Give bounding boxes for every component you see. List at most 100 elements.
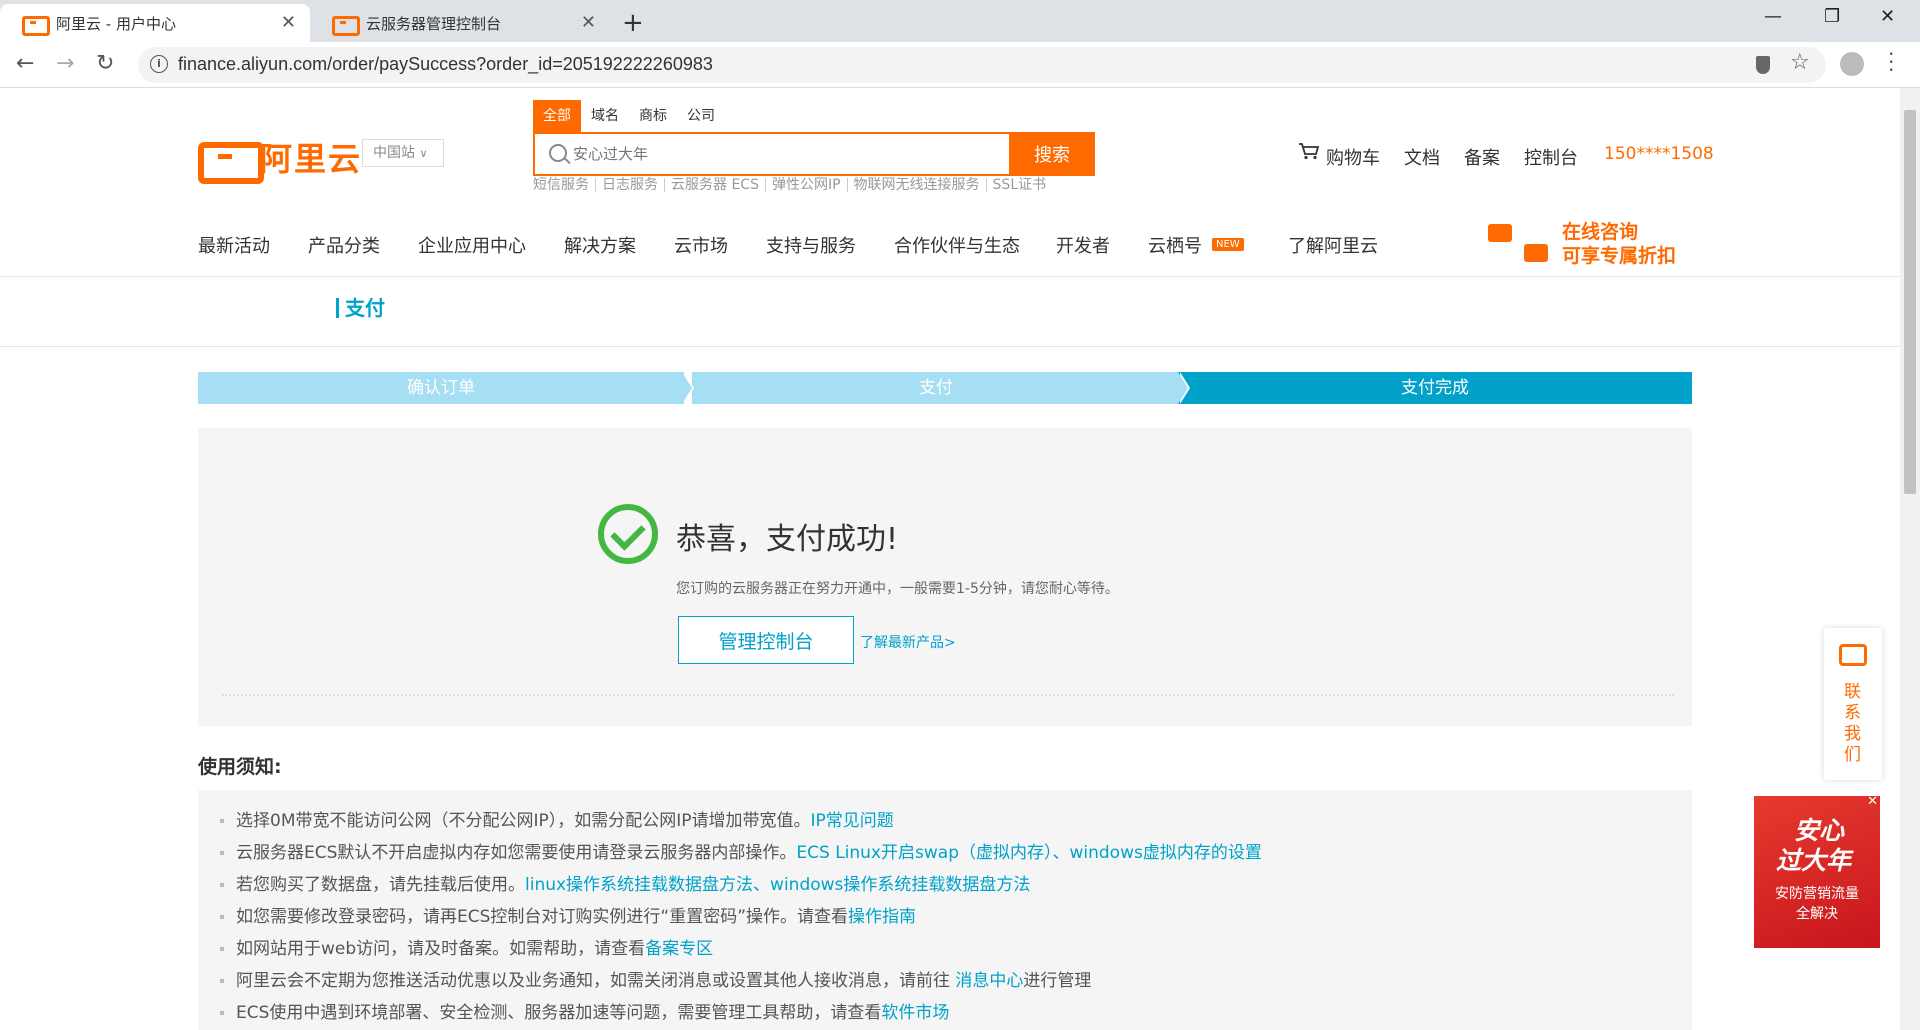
browser-menu-icon[interactable]: · · ·: [1888, 44, 1894, 80]
online-consult-link[interactable]: 在线咨询 可享专属折扣: [1562, 220, 1676, 268]
hotword-link[interactable]: SSL证书: [987, 178, 1053, 192]
order-steps: 确认订单 支付 支付完成: [198, 372, 1692, 404]
notice-link[interactable]: linux操作系统挂载数据盘方法、windows操作系统挂载数据盘方法: [525, 875, 1030, 895]
nav-item-enterprise-apps[interactable]: 企业应用中心: [418, 232, 526, 258]
bullet: [220, 947, 224, 951]
hotword-link[interactable]: 短信服务: [533, 178, 596, 192]
console-link[interactable]: 控制台: [1524, 144, 1578, 170]
promo-subtitle: 安防营销流量 全解决: [1764, 884, 1870, 924]
aliyun-logo[interactable]: 阿里云: [198, 134, 363, 184]
back-arrow-icon[interactable]: ←: [16, 51, 34, 76]
profile-avatar[interactable]: [1840, 52, 1864, 76]
nav-item-yunqi[interactable]: 云栖号: [1148, 232, 1202, 258]
reload-icon[interactable]: ↻: [96, 51, 114, 76]
promo-banner[interactable]: ✕ 安心 过大年 安防营销流量 全解决: [1754, 796, 1880, 948]
scrollbar-thumb[interactable]: [1904, 110, 1916, 494]
shield-icon[interactable]: [1756, 56, 1770, 74]
list-item: 如您需要修改登录密码，请再ECS控制台对订购实例进行“重置密码”操作。请查看操作…: [220, 902, 916, 927]
docs-link[interactable]: 文档: [1404, 144, 1440, 170]
bullet: [220, 819, 224, 823]
nav-item-marketplace[interactable]: 云市场: [674, 232, 728, 258]
search-icon: [549, 144, 567, 162]
promo-line4: 全解决: [1796, 906, 1838, 922]
notice-text: 如网站用于web访问，请及时备案。如需帮助，请查看: [236, 939, 646, 959]
notice-text: 阿里云会不定期为您推送活动优惠以及业务通知，如需关闭消息或设置其他人接收消息，请…: [236, 971, 956, 991]
aliyun-favicon-icon: [332, 16, 360, 36]
browser-tab-ecs-console[interactable]: 云服务器管理控制台 ✕: [310, 4, 610, 42]
window-close-button[interactable]: ✕: [1880, 6, 1895, 27]
forward-arrow-icon[interactable]: →: [56, 51, 74, 76]
hotword-link[interactable]: 日志服务: [596, 178, 665, 192]
beian-link[interactable]: 备案: [1464, 144, 1500, 170]
hotword-link[interactable]: 弹性公网IP: [766, 178, 848, 192]
list-item: 若您购买了数据盘，请先挂载后使用。linux操作系统挂载数据盘方法、window…: [220, 870, 1030, 895]
list-item: 如网站用于web访问，请及时备案。如需帮助，请查看备案专区: [220, 934, 713, 959]
manage-console-button[interactable]: 管理控制台: [678, 616, 854, 664]
page-title: 支付: [336, 298, 385, 318]
close-icon[interactable]: ✕: [581, 12, 596, 33]
step-arrow: [1178, 372, 1188, 404]
search-box: 搜索: [533, 132, 1095, 176]
browser-tab-bar: 阿里云 - 用户中心 ✕ 云服务器管理控制台 ✕ + — ❐ ✕: [0, 0, 1920, 42]
hotword-link[interactable]: 物联网无线连接服务: [848, 178, 987, 192]
browser-tab-user-center[interactable]: 阿里云 - 用户中心 ✕: [0, 4, 310, 42]
step-pay-complete: 支付完成: [1178, 372, 1692, 404]
page-scrollbar[interactable]: [1900, 88, 1920, 1030]
cart-link[interactable]: 购物车: [1326, 144, 1380, 170]
notice-link[interactable]: 软件市场: [881, 1003, 949, 1023]
bookmark-star-icon[interactable]: ☆: [1790, 50, 1810, 75]
notice-link[interactable]: ECS Linux开启swap（虚拟内存）、windows虚拟内存的设置: [796, 843, 1261, 863]
notice-link[interactable]: 消息中心: [955, 971, 1023, 991]
bullet: [220, 851, 224, 855]
notice-text: 如您需要修改登录密码，请再ECS控制台对订购实例进行“重置密码”操作。请查看: [236, 907, 849, 927]
consult-line2: 可享专属折扣: [1562, 245, 1677, 267]
header-divider: [0, 276, 1900, 277]
bullet: [220, 883, 224, 887]
user-account-phone[interactable]: 150****1508: [1604, 144, 1714, 164]
hot-search-words: 短信服务 日志服务 云服务器 ECS 弹性公网IP 物联网无线连接服务 SSL证…: [533, 178, 1052, 192]
aliyun-favicon-icon: [22, 16, 50, 36]
search-category-tabs: 全部 域名 商标 公司: [533, 100, 725, 132]
notice-text: 云服务器ECS默认不开启虚拟内存如您需要使用请登录云服务器内部操作。: [236, 843, 797, 863]
minimize-button[interactable]: —: [1764, 6, 1782, 27]
notice-text: 选择0M带宽不能访问公网（不分配公网IP），如需分配公网IP请增加带宽值。: [236, 811, 811, 831]
notice-link[interactable]: 备案专区: [645, 939, 713, 959]
close-icon[interactable]: ✕: [281, 12, 296, 33]
success-description: 您订购的云服务器正在努力开通中，一般需要1-5分钟，请您耐心等待。: [676, 581, 1119, 597]
search-tab-domain[interactable]: 域名: [581, 100, 629, 132]
nav-item-partners[interactable]: 合作伙伴与生态: [894, 232, 1020, 258]
promo-line1: 安心: [1794, 816, 1845, 845]
new-tab-button[interactable]: +: [622, 8, 644, 38]
search-tab-trademark[interactable]: 商标: [629, 100, 677, 132]
contact-icon: [1839, 644, 1867, 666]
site-info-icon[interactable]: i: [150, 55, 168, 73]
region-selector[interactable]: 中国站 ∨: [362, 139, 444, 167]
nav-item-developers[interactable]: 开发者: [1056, 232, 1110, 258]
tab-title: 阿里云 - 用户中心: [56, 14, 176, 33]
close-icon[interactable]: ✕: [1867, 796, 1878, 809]
notice-link[interactable]: IP常见问题: [811, 811, 894, 831]
contact-us-widget[interactable]: 联系我们: [1824, 628, 1882, 780]
chevron-down-icon: ∨: [419, 147, 428, 160]
nav-item-products[interactable]: 产品分类: [308, 232, 380, 258]
url-field[interactable]: i finance.aliyun.com/order/paySuccess?or…: [138, 47, 1826, 83]
region-label: 中国站: [373, 145, 415, 161]
step-confirm-order: 确认订单: [198, 372, 684, 404]
nav-item-about[interactable]: 了解阿里云: [1288, 232, 1378, 258]
notice-link[interactable]: 操作指南: [848, 907, 916, 927]
cart-icon[interactable]: [1298, 142, 1320, 160]
search-tab-all[interactable]: 全部: [533, 100, 581, 132]
nav-item-activities[interactable]: 最新活动: [198, 232, 270, 258]
search-button[interactable]: 搜索: [1009, 132, 1095, 176]
search-tab-company[interactable]: 公司: [677, 100, 725, 132]
bullet: [220, 1011, 224, 1015]
hotword-link[interactable]: 云服务器 ECS: [665, 178, 766, 192]
list-item: 阿里云会不定期为您推送活动优惠以及业务通知，如需关闭消息或设置其他人接收消息，请…: [220, 966, 1091, 991]
learn-new-products-link[interactable]: 了解最新产品>: [860, 632, 956, 652]
notice-text: 进行管理: [1023, 971, 1092, 991]
maximize-button[interactable]: ❐: [1824, 6, 1840, 27]
nav-item-solutions[interactable]: 解决方案: [564, 232, 636, 258]
nav-item-support[interactable]: 支持与服务: [766, 232, 856, 258]
search-input[interactable]: [573, 142, 1013, 166]
logo-text: 阿里云: [260, 140, 363, 178]
